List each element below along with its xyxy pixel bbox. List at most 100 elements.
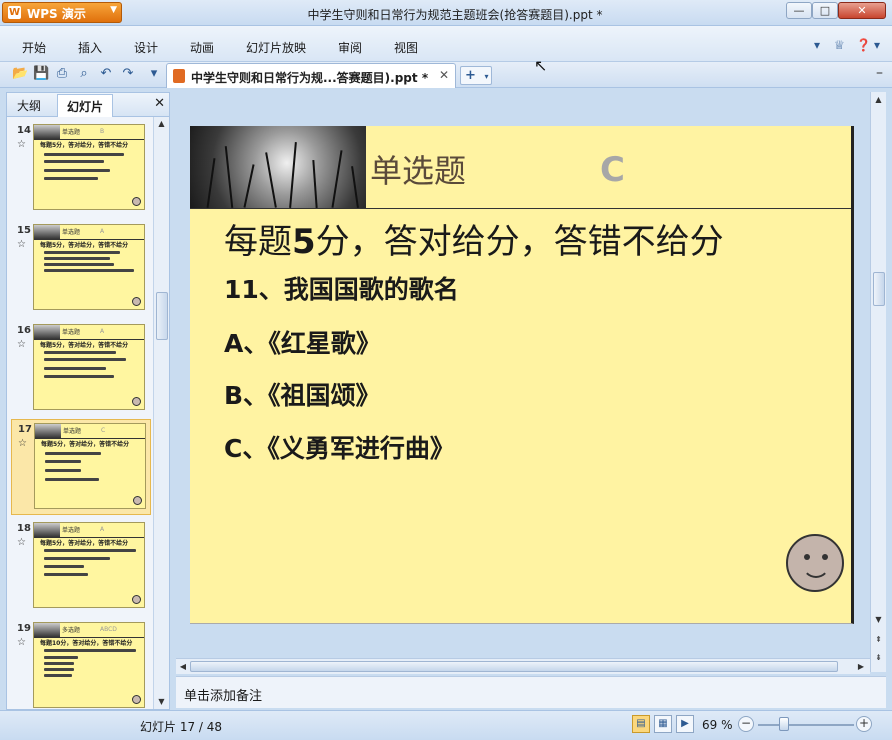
scroll-down-icon[interactable]: ▼	[871, 612, 886, 628]
open-folder-icon[interactable]: 📂	[12, 66, 28, 82]
scroll-up-icon[interactable]: ▲	[871, 92, 886, 108]
menu-home[interactable]: 开始	[22, 39, 46, 56]
new-tab-dropdown-icon: ▾	[484, 72, 489, 81]
menu-design[interactable]: 设计	[134, 39, 158, 56]
smiley-icon	[132, 595, 141, 604]
help-dropdown-icon[interactable]: ▾	[874, 38, 880, 52]
zoom-slider-handle[interactable]	[778, 717, 789, 731]
question-text: 11、我国国歌的歌名	[224, 275, 459, 304]
tab-slides[interactable]: 幻灯片	[57, 94, 113, 117]
scroll-down-icon[interactable]: ▼	[154, 695, 169, 709]
slide-title: 单选题	[370, 152, 467, 190]
mouse-cursor-icon: ↖	[534, 56, 548, 75]
ribbon-collapse-icon[interactable]: ▾	[814, 38, 820, 52]
save-icon[interactable]: 💾	[33, 66, 49, 82]
close-button[interactable]: ✕	[838, 2, 886, 19]
vertical-scroll-thumb[interactable]	[873, 272, 885, 306]
slideshow-view-icon[interactable]: ▶	[676, 715, 694, 733]
editor-horizontal-scrollbar[interactable]: ◀ ▶	[176, 658, 870, 674]
notes-placeholder[interactable]: 单击添加备注	[184, 685, 262, 704]
status-bar: 幻灯片 17 / 48 ▤ ▦ ▶ 69 % − +	[0, 710, 892, 740]
thumbnail-title: 单选题	[63, 428, 82, 435]
wps-menu-label: WPS 演示	[27, 7, 86, 21]
print-icon[interactable]: ⎙	[54, 66, 70, 82]
zoom-slider-track[interactable]	[758, 724, 854, 726]
menu-insert[interactable]: 插入	[78, 39, 102, 56]
quick-access-toolbar: 📂 💾 ⎙ ⌕ ↶ ↷ ▾ 中学生守则和日常行为规...答赛题目).ppt * …	[0, 62, 892, 88]
horizontal-scroll-thumb[interactable]	[190, 661, 838, 672]
scroll-up-icon[interactable]: ▲	[154, 117, 169, 131]
menu-bar: 开始 插入 设计 动画 幻灯片放映 审阅 视图 ▾ ♕ ❓ ▾	[0, 26, 892, 62]
menu-slideshow[interactable]: 幻灯片放映	[246, 39, 306, 56]
panel-close-icon[interactable]: ✕	[154, 96, 165, 111]
slide-thumbnail-18[interactable]: 18 ☆ 单选题 A 每题5分，答对给分，答错不给分	[11, 519, 151, 613]
slide-thumbnail-14[interactable]: 14 ☆ 单选题 B 每题5分，答对给分，答错不给分	[11, 121, 151, 215]
slide-thumbnail-15[interactable]: 15 ☆ 单选题 A 每题5分，答对给分，答错不给分	[11, 221, 151, 315]
thumbnail-heading: 每题5分，答对给分，答错不给分	[40, 142, 129, 149]
previous-slide-icon[interactable]: ⇞	[871, 632, 886, 648]
thumbnail-number: 15	[17, 225, 31, 236]
smiley-icon	[132, 397, 141, 406]
transition-star-icon: ☆	[17, 239, 26, 250]
zoom-level: 69 %	[702, 718, 733, 732]
document-tab[interactable]: 中学生守则和日常行为规...答赛题目).ppt * ✕	[166, 63, 456, 88]
slide-thumbnail-19[interactable]: 19 ☆ 多选题 ABCD 每题10分，答对给分，答错不给分	[11, 619, 151, 709]
new-tab-button[interactable]: + ▾	[460, 66, 492, 85]
plus-icon: +	[465, 68, 476, 83]
thumbnail-number: 14	[17, 125, 31, 136]
menu-animation[interactable]: 动画	[190, 39, 214, 56]
thumbnail-preview: 单选题 A 每题5分，答对给分，答错不给分	[33, 224, 145, 310]
zoom-in-icon[interactable]: +	[856, 716, 872, 732]
help-icon[interactable]: ❓	[856, 38, 871, 52]
slide-sorter-view-icon[interactable]: ▦	[654, 715, 672, 733]
wps-menu-button[interactable]: W WPS 演示 ▼	[2, 2, 122, 23]
thumbnail-number: 16	[17, 325, 31, 336]
next-slide-icon[interactable]: ⇟	[871, 650, 886, 666]
notes-pane[interactable]: 单击添加备注	[176, 676, 886, 708]
document-tab-close-icon[interactable]: ✕	[439, 68, 449, 82]
transition-star-icon: ☆	[17, 637, 26, 648]
thumbnail-preview: 多选题 ABCD 每题10分，答对给分，答错不给分	[33, 622, 145, 708]
title-bar: W WPS 演示 ▼ 中学生守则和日常行为规范主题班会(抢答赛题目).ppt *…	[0, 0, 892, 26]
slide-thumbnail-16[interactable]: 16 ☆ 单选题 A 每题5分，答对给分，答错不给分	[11, 321, 151, 415]
thumbnail-scrollbar[interactable]: ▲ ▼	[153, 117, 169, 709]
thumbnail-heading: 每题5分，答对给分，答错不给分	[40, 242, 129, 249]
zoom-out-icon[interactable]: −	[738, 716, 754, 732]
tab-outline[interactable]: 大纲	[17, 97, 41, 114]
editor-vertical-scrollbar[interactable]: ▲ ▼ ⇞ ⇟	[870, 92, 886, 672]
smiley-icon	[132, 695, 141, 704]
print-preview-icon[interactable]: ⌕	[76, 66, 92, 82]
transition-star-icon: ☆	[17, 537, 26, 548]
thumbnail-photo	[34, 623, 60, 637]
slide-thumbnail-17[interactable]: 17 ☆ 单选题 C 每题5分，答对给分，答错不给分	[11, 419, 151, 515]
scroll-right-icon[interactable]: ▶	[854, 659, 868, 674]
maximize-button[interactable]: □	[812, 2, 838, 19]
thumbnail-title: 单选题	[62, 527, 81, 534]
thumbnail-title: 多选题	[62, 627, 81, 634]
menu-view[interactable]: 视图	[394, 39, 418, 56]
normal-view-icon[interactable]: ▤	[632, 715, 650, 733]
wps-logo-icon: W	[8, 6, 21, 19]
toolbar-dropdown-icon[interactable]: ▾	[146, 66, 162, 82]
thumbnail-photo	[34, 225, 60, 239]
scroll-left-icon[interactable]: ◀	[176, 659, 190, 674]
thumbnail-scroll-thumb[interactable]	[156, 292, 168, 340]
thumbnail-title: 单选题	[62, 329, 81, 336]
ribbon-minimize-icon[interactable]: –	[876, 65, 886, 81]
redo-icon[interactable]: ↷	[120, 66, 136, 82]
thumbnail-answer: A	[100, 328, 105, 335]
thumbnail-photo	[34, 325, 60, 339]
minimize-button[interactable]: —	[786, 2, 812, 19]
scoring-rule: 每题5分，答对给分，答错不给分	[224, 222, 724, 262]
slide-answer-letter: C	[600, 150, 625, 190]
option-a: A、《红星歌》	[224, 329, 381, 358]
undo-icon[interactable]: ↶	[98, 66, 114, 82]
presentation-file-icon	[173, 69, 185, 83]
chevron-down-icon: ▼	[110, 5, 117, 15]
menu-review[interactable]: 审阅	[338, 39, 362, 56]
thumbnail-photo	[34, 125, 60, 139]
skin-icon[interactable]: ♕	[834, 38, 845, 52]
option-b: B、《祖国颂》	[224, 381, 381, 410]
thumbnail-heading: 每题5分，答对给分，答错不给分	[40, 342, 129, 349]
current-slide[interactable]: 单选题 C 每题5分，答对给分，答错不给分 11、我国国歌的歌名 A、《红星歌》…	[190, 126, 854, 624]
